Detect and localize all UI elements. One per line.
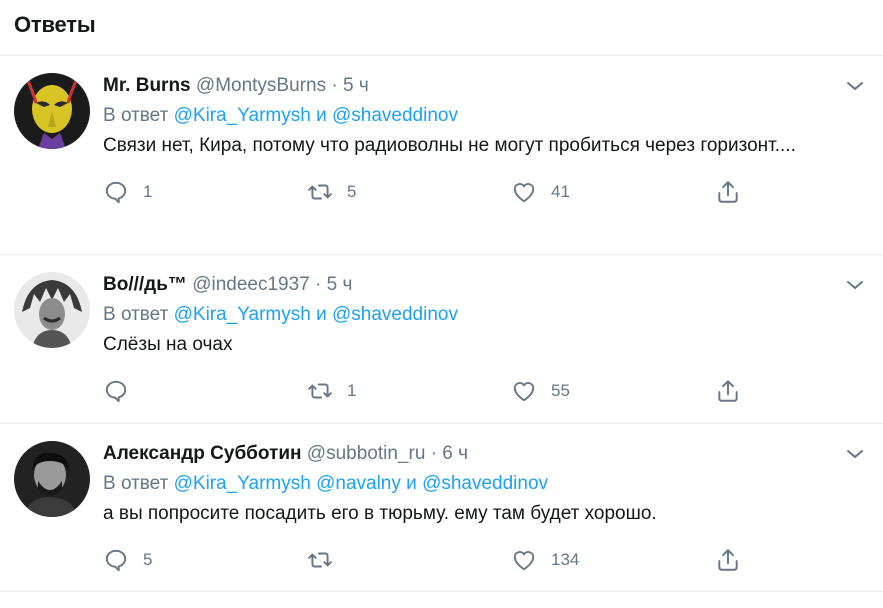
retweet-button[interactable] [307, 547, 511, 573]
retweet-count: 1 [347, 381, 357, 400]
mention-link[interactable]: @shaveddinov [332, 304, 458, 325]
avatar[interactable] [14, 272, 90, 348]
mention-conjunction: и [316, 304, 327, 325]
heart-icon [513, 551, 535, 571]
mention-link[interactable]: @Kira_Yarmysh [174, 105, 311, 126]
tweet[interactable]: Александр Субботин @subbotin_ru · 6 ч В … [0, 424, 883, 592]
reply-prefix: В ответ [103, 473, 169, 494]
avatar[interactable] [14, 441, 90, 517]
tweet[interactable]: Во///дь™ @indeec1937 · 5 ч В ответ @Kira… [0, 255, 883, 424]
like-button[interactable]: 41 [511, 179, 715, 205]
reply-count: 5 [143, 550, 153, 569]
author-handle[interactable]: @indeec1937 [192, 274, 310, 295]
reply-button[interactable] [103, 378, 307, 404]
heart-icon [513, 183, 535, 203]
like-count: 41 [551, 182, 570, 201]
mention-conjunction: и [406, 473, 417, 494]
mention-link[interactable]: @shaveddinov [332, 105, 458, 126]
retweet-button[interactable]: 5 [307, 179, 511, 205]
avatar[interactable] [14, 73, 90, 149]
author-handle[interactable]: @MontysBurns [196, 75, 326, 96]
retweet-icon [308, 184, 332, 200]
author-name[interactable]: Mr. Burns [103, 75, 191, 96]
share-icon [718, 549, 738, 571]
tweet-text: Связи нет, Кира, потому что радиоволны н… [103, 135, 796, 156]
reply-context: В ответ @Kira_Yarmysh и @shaveddinov [103, 100, 869, 132]
tweet-text: а вы попросите посадить его в тюрьму. ем… [103, 503, 657, 524]
tweet-actions: 1 55 [103, 371, 869, 411]
tweet-time[interactable]: 6 ч [442, 443, 468, 464]
mention-conjunction: и [316, 105, 327, 126]
mention-link[interactable]: @shaveddinov [422, 473, 548, 494]
like-button[interactable]: 55 [511, 378, 715, 404]
reply-context: В ответ @Kira_Yarmysh и @shaveddinov [103, 299, 869, 331]
tweet[interactable]: Mr. Burns @MontysBurns · 5 ч В ответ @Ki… [0, 56, 883, 255]
mention-link[interactable]: @navalny [316, 473, 401, 494]
retweet-icon [308, 383, 332, 399]
page-title: Ответы [14, 12, 96, 37]
share-button[interactable] [715, 179, 755, 205]
share-icon [718, 380, 738, 402]
author-name[interactable]: Александр Субботин [103, 443, 302, 464]
reply-icon [105, 181, 127, 204]
reply-prefix: В ответ [103, 105, 169, 126]
mention-link[interactable]: @Kira_Yarmysh [174, 304, 311, 325]
share-icon [718, 181, 738, 203]
share-button[interactable] [715, 378, 755, 404]
like-button[interactable]: 134 [511, 547, 715, 573]
tweet-actions: 1 5 41 [103, 172, 869, 212]
author-handle[interactable]: @subbotin_ru [307, 443, 426, 464]
tweet-actions: 5 134 [103, 540, 869, 580]
like-count: 55 [551, 381, 570, 400]
reply-prefix: В ответ [103, 304, 169, 325]
reply-button[interactable]: 1 [103, 179, 307, 205]
chevron-down-icon[interactable] [845, 275, 865, 295]
share-button[interactable] [715, 547, 755, 573]
heart-icon [513, 382, 535, 402]
reply-context: В ответ @Kira_Yarmysh @navalny и @shaved… [103, 468, 869, 500]
chevron-down-icon[interactable] [845, 76, 865, 96]
separator-dot: · [315, 274, 322, 295]
separator-dot: · [331, 75, 338, 96]
retweet-button[interactable]: 1 [307, 378, 511, 404]
retweet-icon [308, 552, 332, 568]
author-name[interactable]: Во///дь™ [103, 274, 187, 295]
mention-link[interactable]: @Kira_Yarmysh [174, 473, 311, 494]
chevron-down-icon[interactable] [845, 444, 865, 464]
retweet-count: 5 [347, 182, 357, 201]
reply-icon [105, 380, 127, 403]
like-count: 134 [551, 550, 580, 569]
reply-button[interactable]: 5 [103, 547, 307, 573]
reply-icon [105, 549, 127, 572]
tweet-time[interactable]: 5 ч [343, 75, 369, 96]
tweet-time[interactable]: 5 ч [327, 274, 353, 295]
separator-dot: · [430, 443, 437, 464]
replies-header: Ответы [0, 0, 883, 56]
tweet-text: Слёзы на очах [103, 334, 233, 355]
reply-count: 1 [143, 182, 153, 201]
